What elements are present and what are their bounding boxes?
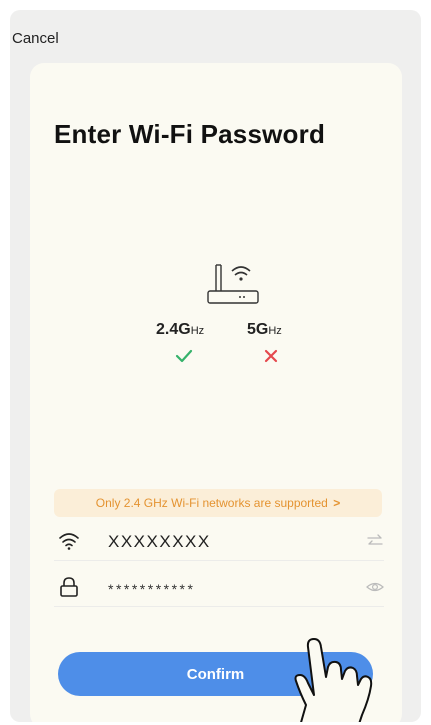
- band-support-notice[interactable]: Only 2.4 GHz Wi-Fi networks are supporte…: [54, 489, 382, 517]
- page-title: Enter Wi-Fi Password: [54, 119, 326, 149]
- band-2-4ghz-unit: Hz: [190, 325, 205, 337]
- password-input[interactable]: [106, 575, 340, 603]
- eye-icon[interactable]: [366, 579, 384, 595]
- notice-text: Only 2.4 GHz Wi-Fi networks are supporte…: [95, 496, 328, 510]
- router-icon: [207, 264, 259, 304]
- divider: [54, 560, 384, 561]
- chevron-right-icon: >: [333, 496, 341, 510]
- band-5ghz-label: 5GHz: [247, 321, 282, 339]
- lock-icon: [60, 577, 78, 597]
- cross-icon: [264, 349, 278, 363]
- wifi-icon: [59, 533, 79, 550]
- app-screen: Cancel Enter Wi-Fi Password 2.4GHz 5GHz …: [10, 10, 421, 722]
- band-2-4ghz-label: 2.4GHz: [156, 321, 204, 339]
- check-icon: [175, 349, 193, 363]
- band-5ghz-number: 5G: [247, 321, 269, 338]
- divider: [54, 606, 384, 607]
- band-5ghz-unit: Hz: [268, 325, 282, 337]
- wifi-password-card: Enter Wi-Fi Password 2.4GHz 5GHz Only 2.…: [30, 63, 402, 722]
- password-row: [54, 567, 384, 607]
- confirm-button[interactable]: Confirm: [58, 652, 373, 696]
- band-2-4ghz-number: 2.4G: [156, 321, 191, 338]
- wifi-name-row: [54, 521, 384, 561]
- swap-arrows-icon[interactable]: [366, 533, 384, 549]
- cancel-button[interactable]: Cancel: [12, 30, 59, 47]
- wifi-name-input[interactable]: [106, 528, 340, 556]
